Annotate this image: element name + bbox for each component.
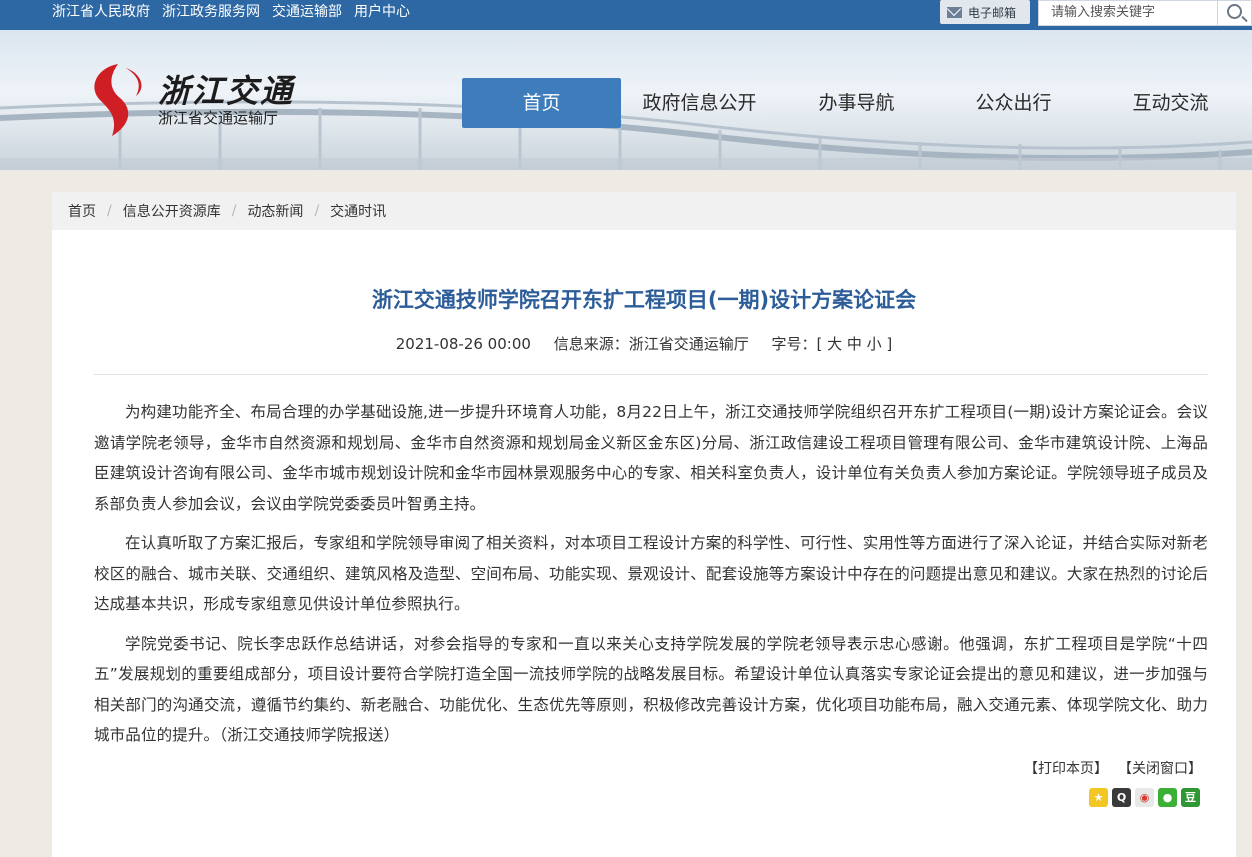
nav-interaction[interactable]: 互动交流 <box>1092 78 1249 128</box>
email-button-label: 电子邮箱 <box>968 5 1017 20</box>
wechat-icon[interactable]: ● <box>1158 788 1177 807</box>
breadcrumb-info-library[interactable]: 信息公开资源库 <box>123 201 221 221</box>
article-actions: 【打印本页】 【关闭窗口】 <box>1024 758 1202 778</box>
breadcrumb-home[interactable]: 首页 <box>68 201 96 221</box>
nav-home[interactable]: 首页 <box>462 78 621 128</box>
top-link-mot[interactable]: 交通运输部 <box>272 0 342 30</box>
breadcrumb-news[interactable]: 动态新闻 <box>247 201 303 221</box>
breadcrumb-separator: / <box>107 203 112 219</box>
qzone-icon[interactable]: ★ <box>1089 788 1108 807</box>
mail-icon <box>947 6 962 18</box>
content-panel: 首页 / 信息公开资源库 / 动态新闻 / 交通时讯 浙江交通技师学院召开东扩工… <box>52 192 1236 857</box>
font-size-switcher[interactable]: 字号：[ 大 中 小 ] <box>771 335 892 353</box>
weibo-icon[interactable]: ◉ <box>1135 788 1154 807</box>
search-button[interactable] <box>1217 0 1252 26</box>
top-link-zj-gov[interactable]: 浙江省人民政府 <box>52 0 150 30</box>
article-meta: 2021-08-26 00:00 信息来源：浙江省交通运输厅 字号：[ 大 中 … <box>52 333 1236 354</box>
article-title: 浙江交通技师学院召开东扩工程项目(一期)设计方案论证会 <box>371 288 917 312</box>
logo-icon <box>94 64 142 136</box>
print-button[interactable]: 【打印本页】 <box>1024 758 1108 778</box>
article-paragraph: 为构建功能齐全、布局合理的办学基础设施,进一步提升环境育人功能，8月22日上午，… <box>94 403 1208 513</box>
search-icon <box>1227 4 1242 19</box>
article-paragraph: 在认真听取了方案汇报后，专家组和学院领导审阅了相关资料，对本项目工程设计方案的科… <box>94 534 1208 613</box>
logo-subtitle: 浙江省交通运输厅 <box>158 109 279 127</box>
qq-icon[interactable]: Q <box>1112 788 1131 807</box>
close-window-button[interactable]: 【关闭窗口】 <box>1118 758 1202 778</box>
main-nav: 首页 政府信息公开 办事导航 公众出行 互动交流 <box>462 78 1249 128</box>
search-input[interactable]: 请输入搜索关键字 <box>1038 0 1218 26</box>
article-paragraph: 学院党委书记、院长李忠跃作总结讲话，对参会指导的专家和一直以来关心支持学院发展的… <box>94 634 1208 745</box>
article-body: 为构建功能齐全、布局合理的办学基础设施,进一步提升环境育人功能，8月22日上午，… <box>94 397 1208 760</box>
top-link-user-center[interactable]: 用户中心 <box>354 0 410 30</box>
nav-public-travel[interactable]: 公众出行 <box>935 78 1092 128</box>
top-links: 浙江省人民政府 浙江政务服务网 交通运输部 用户中心 <box>52 0 410 30</box>
breadcrumb-separator: / <box>314 203 320 219</box>
breadcrumb-traffic-news[interactable]: 交通时讯 <box>330 201 386 221</box>
nav-gov-info[interactable]: 政府信息公开 <box>621 78 778 128</box>
article-date: 2021-08-26 00:00 <box>395 335 531 353</box>
email-button[interactable]: 电子邮箱 <box>940 0 1030 24</box>
top-link-zj-service[interactable]: 浙江政务服务网 <box>162 0 260 30</box>
top-bar: 浙江省人民政府 浙江政务服务网 交通运输部 用户中心 电子邮箱 请输入搜索关键字 <box>0 0 1252 30</box>
header-banner: 浙江交通 浙江省交通运输厅 首页 政府信息公开 办事导航 公众出行 互动交流 <box>0 30 1252 170</box>
logo-title: 浙江交通 <box>158 72 295 110</box>
divider <box>94 374 1208 375</box>
share-bar: ★ Q ◉ ● 豆 <box>1089 788 1200 807</box>
douban-icon[interactable]: 豆 <box>1181 788 1200 807</box>
breadcrumb: 首页 / 信息公开资源库 / 动态新闻 / 交通时讯 <box>52 192 1236 230</box>
breadcrumb-separator: / <box>231 203 237 219</box>
article-source: 信息来源：浙江省交通运输厅 <box>553 335 749 353</box>
nav-service-guide[interactable]: 办事导航 <box>778 78 935 128</box>
